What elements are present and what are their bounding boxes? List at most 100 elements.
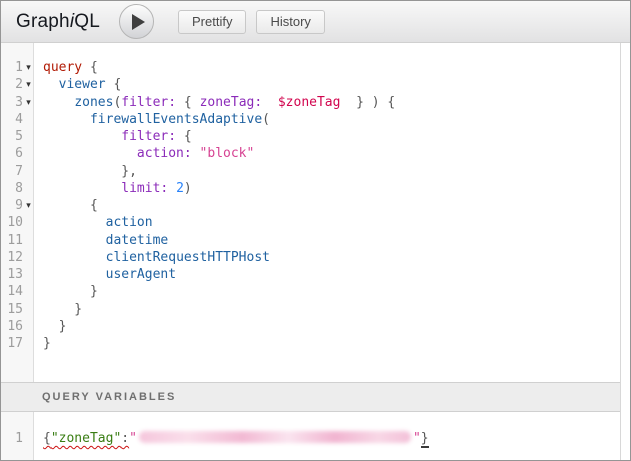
main-area: 1▾query {2▾ viewer {3▾ zones(filter: { z… [1, 43, 630, 460]
code-text: limit: 2) [34, 180, 620, 197]
code-text: userAgent [34, 266, 620, 283]
line-gutter: 4 [1, 111, 34, 128]
toolbar: GraphiQL Prettify History [1, 1, 630, 43]
code-line[interactable]: 13 userAgent [1, 266, 620, 283]
line-number: 16 [1, 318, 23, 335]
code-line[interactable]: 6 action: "block" [1, 145, 620, 162]
fold-arrow-icon[interactable]: ▾ [23, 59, 34, 76]
code-line[interactable]: 14 } [1, 283, 620, 300]
code-line[interactable]: 17} [1, 335, 620, 352]
line-number: 1 [1, 430, 23, 447]
code-line[interactable]: 7 }, [1, 163, 620, 180]
query-pane: 1▾query {2▾ viewer {3▾ zones(filter: { z… [1, 43, 621, 460]
code-text: } [34, 318, 620, 335]
code-line[interactable]: 9▾ { [1, 197, 620, 214]
code-text: } [34, 301, 620, 318]
code-line[interactable]: 11 datetime [1, 232, 620, 249]
line-number: 7 [1, 163, 23, 180]
variables-editor[interactable]: 1 {"zoneTag":""} [1, 412, 620, 460]
fold-gutter-spacer [23, 249, 34, 266]
fold-arrow-icon[interactable]: ▾ [23, 94, 34, 111]
redacted-value [139, 431, 411, 443]
code-text: zones(filter: { zoneTag: $zoneTag } ) { [34, 94, 620, 111]
code-text: clientRequestHTTPHost [34, 249, 620, 266]
code-text: filter: { [34, 128, 620, 145]
prettify-button[interactable]: Prettify [178, 10, 246, 34]
code-line[interactable]: 15 } [1, 301, 620, 318]
code-line[interactable]: 5 filter: { [1, 128, 620, 145]
fold-gutter-spacer [23, 145, 34, 162]
variables-code-lines: 1 {"zoneTag":""} [1, 412, 620, 447]
code-line[interactable]: 12 clientRequestHTTPHost [1, 249, 620, 266]
code-text: { [34, 197, 620, 214]
line-number: 17 [1, 335, 23, 352]
code-text: }, [34, 163, 620, 180]
line-number: 12 [1, 249, 23, 266]
line-gutter: 16 [1, 318, 34, 335]
code-text: firewallEventsAdaptive( [34, 111, 620, 128]
code-line[interactable]: 1 {"zoneTag":""} [1, 430, 620, 447]
line-number: 3 [1, 94, 23, 111]
line-number: 8 [1, 180, 23, 197]
code-line[interactable]: 8 limit: 2) [1, 180, 620, 197]
line-gutter: 14 [1, 283, 34, 300]
play-icon [132, 14, 145, 30]
fold-gutter-spacer [23, 163, 34, 180]
line-gutter: 2▾ [1, 76, 34, 93]
fold-gutter-spacer [23, 318, 34, 335]
logo-text-graph: Graph [16, 11, 70, 32]
fold-gutter-spacer [23, 214, 34, 231]
query-variables-title: Query Variables [42, 391, 176, 403]
line-number: 9 [1, 197, 23, 214]
fold-gutter-spacer [23, 111, 34, 128]
line-gutter: 9▾ [1, 197, 34, 214]
code-line[interactable]: 16 } [1, 318, 620, 335]
code-line[interactable]: 1▾query { [1, 59, 620, 76]
graphiql-app: GraphiQL Prettify History 1▾query {2▾ vi… [0, 0, 631, 461]
line-gutter: 12 [1, 249, 34, 266]
line-gutter: 1▾ [1, 59, 34, 76]
line-number: 10 [1, 214, 23, 231]
line-number: 2 [1, 76, 23, 93]
fold-gutter-spacer [23, 301, 34, 318]
code-text: query { [34, 59, 620, 76]
fold-gutter-spacer [23, 128, 34, 145]
line-number: 15 [1, 301, 23, 318]
fold-arrow-icon[interactable]: ▾ [23, 76, 34, 93]
line-gutter: 1 [1, 430, 34, 447]
line-gutter: 7 [1, 163, 34, 180]
line-gutter: 10 [1, 214, 34, 231]
fold-gutter-spacer [23, 232, 34, 249]
line-number: 11 [1, 232, 23, 249]
line-number: 13 [1, 266, 23, 283]
line-gutter: 5 [1, 128, 34, 145]
line-gutter: 15 [1, 301, 34, 318]
fold-gutter-spacer [23, 335, 34, 352]
fold-gutter-spacer [23, 266, 34, 283]
query-editor[interactable]: 1▾query {2▾ viewer {3▾ zones(filter: { z… [1, 43, 620, 382]
execute-query-button[interactable] [119, 4, 154, 39]
code-text: action: "block" [34, 145, 620, 162]
fold-arrow-icon[interactable]: ▾ [23, 197, 34, 214]
line-gutter: 17 [1, 335, 34, 352]
pane-divider[interactable] [621, 43, 630, 460]
fold-gutter-spacer [23, 430, 34, 447]
code-line[interactable]: 3▾ zones(filter: { zoneTag: $zoneTag } )… [1, 94, 620, 111]
code-line[interactable]: 2▾ viewer { [1, 76, 620, 93]
code-line[interactable]: 10 action [1, 214, 620, 231]
code-text: action [34, 214, 620, 231]
line-number: 5 [1, 128, 23, 145]
line-number: 4 [1, 111, 23, 128]
line-gutter: 3▾ [1, 94, 34, 111]
history-button[interactable]: History [256, 10, 324, 34]
query-code-lines: 1▾query {2▾ viewer {3▾ zones(filter: { z… [1, 43, 620, 352]
fold-gutter-spacer [23, 283, 34, 300]
query-variables-header[interactable]: Query Variables [1, 382, 620, 412]
code-line[interactable]: 4 firewallEventsAdaptive( [1, 111, 620, 128]
fold-gutter-spacer [23, 180, 34, 197]
line-number: 1 [1, 59, 23, 76]
line-number: 6 [1, 145, 23, 162]
code-text: {"zoneTag":""} [34, 430, 620, 447]
line-gutter: 11 [1, 232, 34, 249]
line-gutter: 13 [1, 266, 34, 283]
